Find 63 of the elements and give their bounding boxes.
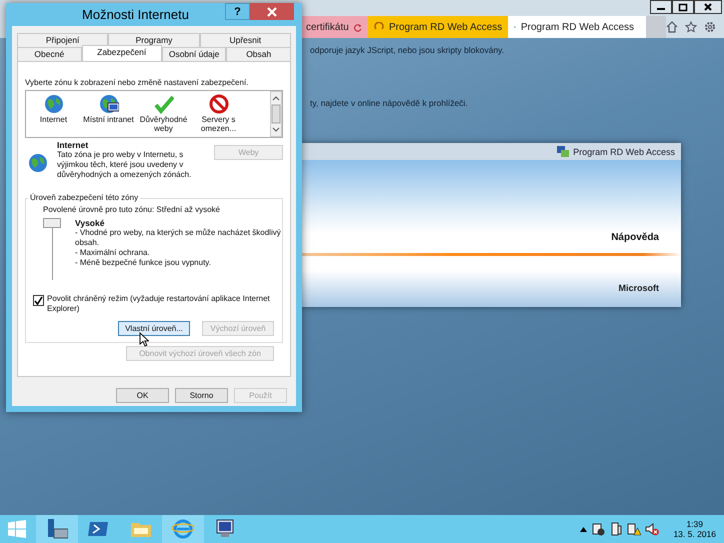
globe-monitor-icon: [98, 94, 118, 114]
home-icon[interactable]: [666, 21, 678, 33]
help-link[interactable]: Nápověda: [611, 232, 659, 243]
slider-thumb[interactable]: [43, 218, 61, 228]
level-name: Vysoké: [75, 218, 106, 228]
zone-description: Tato zóna je pro weby v Internetu, s výjimkou těch, které jsou uvedeny v důvěryhodných a omezených zónách.: [57, 150, 192, 180]
level-bullet: - Maximální ochrana.: [75, 248, 151, 258]
checkbox[interactable]: [33, 295, 44, 306]
loading-icon: [374, 22, 384, 32]
check-icon: [34, 296, 43, 305]
dialog-tab[interactable]: Obsah: [226, 47, 292, 61]
dialog-tab[interactable]: Zabezpečení: [82, 45, 162, 61]
minimize-icon[interactable]: [650, 0, 672, 14]
group-title: Úroveň zabezpečení této zóny: [28, 193, 140, 202]
no-entry-icon: [208, 94, 228, 114]
browser-tab[interactable]: Program RD Web Access: [368, 16, 508, 38]
brand-text: Microsoft: [618, 283, 659, 293]
close-button[interactable]: [250, 3, 294, 20]
star-icon[interactable]: [685, 21, 697, 33]
dialog-tab[interactable]: Obecné: [17, 47, 82, 61]
level-bullet: - Méně bezpečné funkce jsou vypnuty.: [75, 258, 212, 268]
globe-icon: [44, 94, 64, 114]
zone-item[interactable]: Důvěryhodné weby: [138, 115, 190, 133]
window-title: Možnosti Internetu: [81, 6, 190, 22]
mouse-pointer-icon: [139, 332, 149, 347]
browser-tab[interactable]: certifikátu: [300, 16, 368, 38]
globe-icon: [28, 153, 48, 173]
restore-icon[interactable]: [672, 0, 694, 14]
zone-item[interactable]: Místní intranet: [82, 115, 134, 124]
zone-item[interactable]: Servery s omezen...: [192, 115, 244, 133]
checkmark-icon: [154, 94, 174, 114]
dialog-tab[interactable]: Připojení: [17, 33, 108, 47]
custom-level-button[interactable]: Vlastní úroveň...: [118, 321, 190, 336]
server-icon: [46, 518, 68, 540]
zone-prompt: Vyberte zónu k zobrazení nebo změně nastavení zabezpečení.: [25, 78, 250, 87]
app-title: Program RD Web Access: [573, 146, 675, 156]
dialog-tab[interactable]: Osobní údaje: [162, 47, 226, 61]
help-button[interactable]: ?: [225, 3, 250, 20]
caret-up-icon[interactable]: [580, 526, 588, 532]
clock[interactable]: 1:39 13. 5. 2016: [673, 519, 716, 539]
page-text: odporuje jazyk JScript, nebo jsou skripty blokovány.: [310, 45, 504, 55]
allowed-levels-text: Povolené úrovně pro tuto zónu: Střední až vysoké: [43, 205, 221, 214]
taskbar-button[interactable]: [36, 515, 78, 543]
level-bullet: - Vhodné pro weby, na kterých se může nacházet škodlivý obsah.: [75, 228, 282, 248]
settings-icon[interactable]: [704, 21, 716, 33]
monitor-icon: [214, 518, 236, 540]
speaker-muted-icon[interactable]: [645, 522, 660, 536]
clock-date: 13. 5. 2016: [673, 529, 716, 539]
network-warning-icon[interactable]: [627, 522, 642, 536]
ok-button[interactable]: OK: [116, 388, 169, 403]
app-logo-icon: [557, 146, 570, 157]
scrollbar-icon[interactable]: [270, 91, 282, 137]
reload-icon: [354, 22, 362, 32]
browser-tab[interactable]: Program RD Web Access: [508, 16, 646, 38]
dialog-tab[interactable]: Programy: [108, 33, 200, 47]
dialog-tab[interactable]: Upřesnit: [200, 33, 291, 47]
zone-title: Internet: [57, 140, 90, 150]
checkbox-label: Povolit chráněný režim (vyžaduje restartování aplikace Internet Explorer): [47, 294, 271, 314]
page-text: ty, najdete v online nápovědě k prohlížeči.: [310, 98, 468, 108]
device-icon[interactable]: [609, 522, 624, 536]
clock-time: 1:39: [686, 519, 703, 529]
cancel-button[interactable]: Storno: [175, 388, 228, 403]
zone-item[interactable]: Internet: [28, 115, 80, 124]
